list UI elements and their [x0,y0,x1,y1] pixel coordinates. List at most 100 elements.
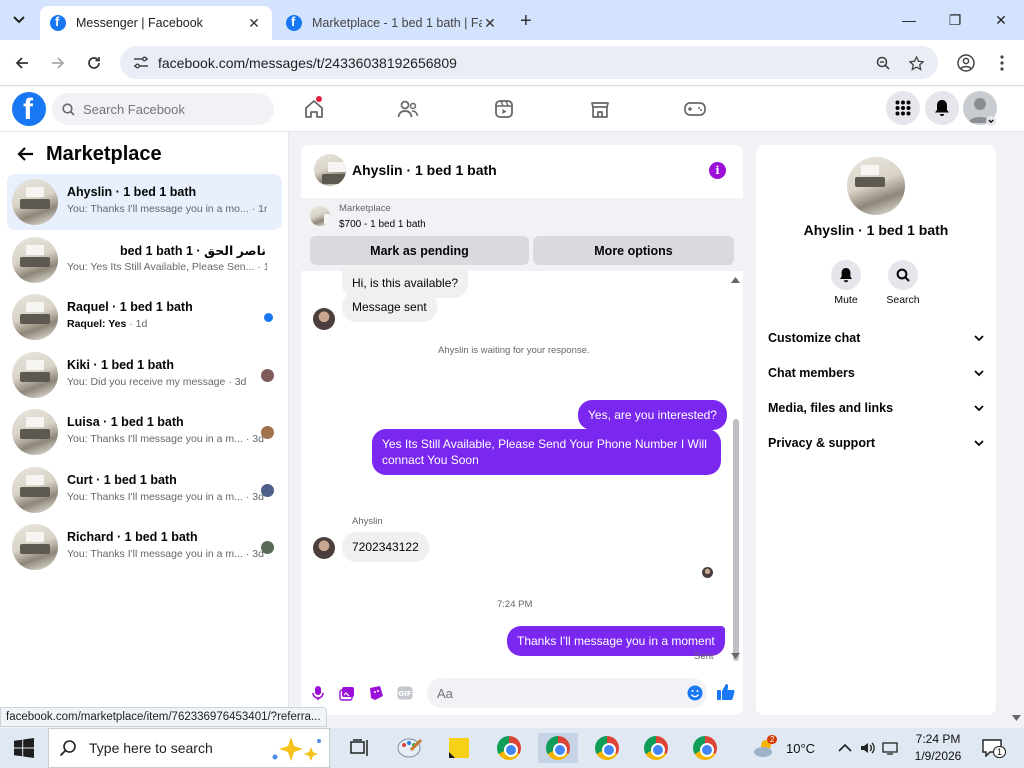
section-media-files-links[interactable]: Media, files and links [768,396,984,420]
gif-icon: GIF [397,686,413,700]
taskbar-clock[interactable]: 7:24 PM 1/9/2026 [900,731,976,765]
notifications-button[interactable] [925,91,959,125]
sender-name: Ahyslin [352,516,383,527]
facebook-search-box[interactable] [52,93,274,125]
sender-avatar[interactable] [313,537,335,559]
send-like-button[interactable] [715,682,735,702]
conversation-item[interactable]: Kiki · 1 bed 1 bath You: Did you receive… [7,347,282,403]
message-input[interactable] [437,685,667,701]
section-privacy-support[interactable]: Privacy & support [768,431,984,455]
back-button[interactable] [10,51,34,75]
nav-watch[interactable] [486,95,522,123]
listing-source: Marketplace [339,203,391,214]
back-arrow-icon[interactable] [16,146,34,162]
info-icon[interactable]: i [709,162,726,179]
sticker-button[interactable] [366,683,386,703]
windows-start-icon[interactable] [14,738,34,758]
taskbar-app-chrome-2[interactable] [538,733,578,763]
close-tab-icon[interactable]: ✕ [482,15,498,32]
nav-gaming[interactable] [677,95,713,123]
gif-button[interactable]: GIF [395,683,415,703]
conversation-item[interactable]: Luisa · 1 bed 1 bath You: Thanks I'll me… [7,404,282,460]
volume-icon[interactable] [860,741,876,755]
conversation-item[interactable]: Curt · 1 bed 1 bath You: Thanks I'll mes… [7,462,282,518]
new-tab-button[interactable]: + [520,10,532,33]
notification-center-button[interactable]: 1 [982,728,1007,768]
weather-widget[interactable]: 2 10°C [752,728,815,768]
more-options-button[interactable]: More options [533,236,734,265]
menu-button[interactable] [886,91,920,125]
section-chat-members[interactable]: Chat members [768,361,984,385]
nav-home[interactable] [296,95,332,123]
page-scroll-down-icon[interactable] [1012,715,1021,721]
listing-thumbnail [12,294,58,340]
read-receipt-avatar [261,541,274,554]
chat-listing-thumbnail[interactable] [314,154,346,186]
message-input-box[interactable] [427,678,707,708]
read-receipt-avatar [702,567,713,578]
site-info-icon[interactable] [132,54,150,72]
tab-marketplace[interactable]: Marketplace - 1 bed 1 bath | Fa ✕ [276,6,508,40]
nav-marketplace[interactable] [582,95,618,123]
facebook-logo-icon[interactable] [12,92,46,127]
chat-scrollbar[interactable] [733,419,739,661]
notifications-bell-icon [935,100,949,116]
taskbar-app-paint[interactable] [390,733,430,763]
reload-button[interactable] [82,51,106,75]
section-label: Customize chat [768,331,861,345]
network-icon[interactable] [882,741,898,755]
taskbar-app-chrome-1[interactable] [489,733,529,763]
conversation-item[interactable]: Richard · 1 bed 1 bath You: Thanks I'll … [7,519,282,575]
omnibox[interactable]: facebook.com/messages/t/2433603819265680… [120,46,938,79]
bookmark-star-icon[interactable] [906,53,926,73]
conversation-item[interactable]: Ahyslin · 1 bed 1 bath You: Thanks I'll … [7,174,282,230]
tab-messenger[interactable]: Messenger | Facebook ✕ [40,6,272,40]
restore-button[interactable]: ❐ [943,8,967,32]
profile-button[interactable] [954,51,978,75]
facebook-search-input[interactable] [83,101,263,117]
taskbar-app-sticky-notes[interactable] [439,733,479,763]
message-timestamp: 7:24 PM [497,599,533,610]
section-customize-chat[interactable]: Customize chat [768,326,984,350]
nav-friends[interactable] [390,95,426,123]
marketplace-conversations-panel: Marketplace Ahyslin · 1 bed 1 bath You: … [0,132,289,707]
forward-button[interactable] [46,51,70,75]
scroll-up-arrow-icon[interactable] [731,277,740,283]
browser-menu-button[interactable] [990,51,1014,75]
attach-photo-button[interactable] [337,683,357,703]
taskbar-search-box[interactable]: Type here to search [48,728,330,768]
conversation-snippet: You: Thanks I'll message you in a m... ·… [67,433,264,445]
chevron-down-icon [974,404,984,411]
listing-thumbnail[interactable] [310,206,330,226]
conversation-item[interactable]: ناصر الحق · 1 bed 1 bath You: Yes Its St… [7,232,282,288]
chevron-down-icon[interactable] [986,116,996,126]
chat-title[interactable]: Ahyslin · 1 bed 1 bath [352,162,497,178]
conversation-snippet: You: Thanks I'll message you in a m... ·… [67,491,264,503]
search-action[interactable]: Search [878,260,928,306]
taskbar-app-chrome-3[interactable] [587,733,627,763]
chrome-icon [595,736,619,760]
listing-thumbnail [12,524,58,570]
conversation-name: Raquel · 1 bed 1 bath [67,300,193,314]
task-view-button[interactable] [340,733,380,763]
voice-clip-button[interactable] [308,683,328,703]
chevron-down-icon [974,439,984,446]
browser-tab-bar: Messenger | Facebook ✕ Marketplace - 1 b… [0,0,1024,40]
close-tab-icon[interactable]: ✕ [246,15,262,32]
conversation-name: Curt · 1 bed 1 bath [67,473,177,487]
minimize-button[interactable]: — [897,8,921,32]
chevron-up-icon[interactable] [838,743,852,753]
taskbar-app-chrome-5[interactable] [685,733,725,763]
scroll-down-arrow-icon[interactable] [731,653,740,659]
listing-thumbnail-large[interactable] [847,157,905,215]
conversation-item[interactable]: Raquel · 1 bed 1 bath Raquel: Yes · 1d [7,289,282,345]
tab-search-button[interactable] [6,8,32,32]
close-window-button[interactable]: ✕ [989,8,1013,32]
sender-avatar[interactable] [313,308,335,330]
mute-action[interactable]: Mute [821,260,871,306]
taskbar-app-chrome-4[interactable] [636,733,676,763]
listing-detail[interactable]: $700 - 1 bed 1 bath [339,219,426,230]
emoji-icon[interactable] [687,685,703,704]
mark-as-pending-button[interactable]: Mark as pending [310,236,529,265]
zoom-icon[interactable] [873,53,893,73]
